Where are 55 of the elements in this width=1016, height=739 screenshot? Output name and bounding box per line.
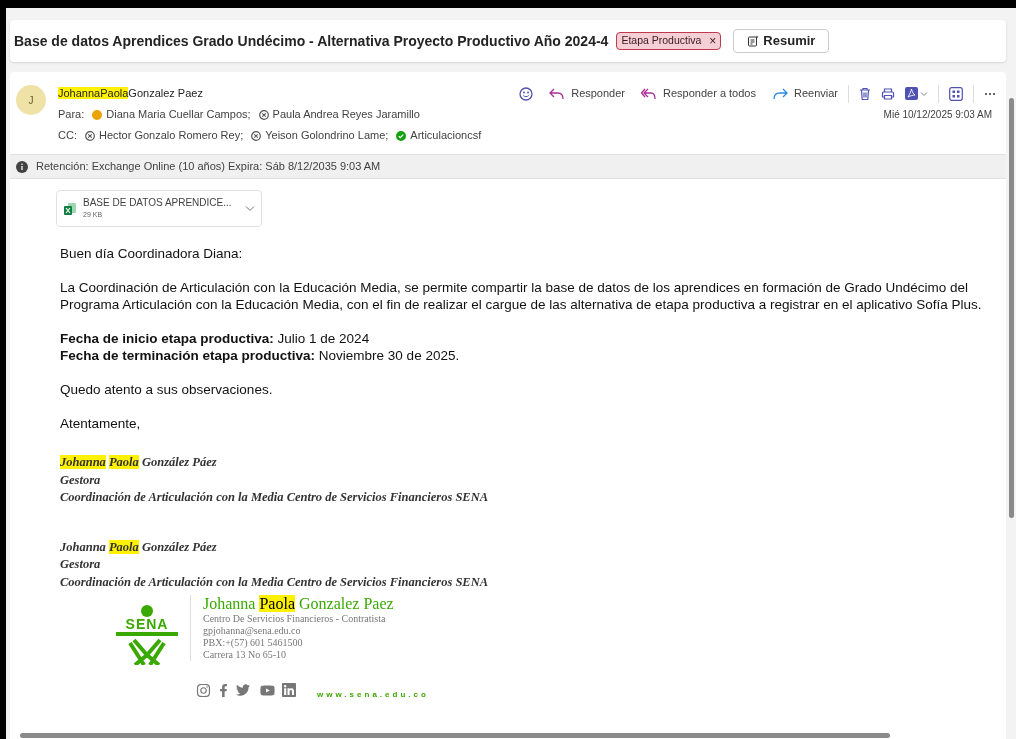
body-paragraph: La Coordinación de Articulación con la Educación Media, se permite compartir la base de datos de los aprendices en formación de Grado Undécimo del Programa Articulación con la Educación Media, con el fin de realizar el cargue de las alternativa de etapa productiva a registrar en el aplicativo Sofía Plus. — [60, 279, 983, 313]
recipient-name[interactable]: Paula Andrea Reyes Jaramillo — [272, 104, 420, 125]
print-icon[interactable] — [881, 87, 895, 100]
signature-organization: Coordinación de Articulación con la Media Centro de Servicios Financieros SENA — [60, 573, 490, 591]
excel-file-icon — [63, 201, 77, 216]
tag-label: Etapa Productiva — [621, 33, 702, 49]
to-label: Para: — [58, 107, 85, 122]
summary-icon — [747, 35, 760, 47]
instagram-icon[interactable] — [196, 682, 211, 698]
card-detail: PBX:+(57) 601 5461500 — [203, 637, 304, 649]
pdf-icon[interactable] — [905, 87, 918, 100]
message-action-button[interactable]: Reenviar — [771, 83, 838, 104]
recipient-name[interactable]: Articulacioncsf — [410, 125, 482, 146]
more-icon[interactable] — [984, 91, 996, 96]
logo-figure-icon — [116, 605, 178, 665]
message-action-button[interactable]: Responder — [549, 83, 625, 104]
info-icon — [16, 160, 28, 173]
message-action-button[interactable]: Responder a todos — [641, 83, 756, 104]
recipient-name[interactable]: Yeison Golondrino Lame; — [265, 125, 389, 146]
reply-icon — [549, 87, 566, 100]
signature-role: Gestora — [60, 556, 102, 573]
tag-remove-button[interactable]: × — [709, 32, 717, 50]
recipient-name[interactable]: Diana Maria Cuellar Campos; — [106, 104, 251, 125]
facebook-icon[interactable] — [217, 683, 230, 697]
message-date: Mié 10/12/2025 9:03 AM — [883, 108, 993, 122]
body-paragraph: Fecha de inicio etapa productiva: Julio 1 de 2024 Fecha de terminación etapa productiva: Noviembre 30 de 2025. — [60, 330, 461, 364]
horizontal-scrollbar[interactable] — [20, 733, 890, 738]
signature-name: Johanna Paola González Páez — [60, 538, 218, 556]
recipient-name[interactable]: Hector Gonzalo Romero Rey; — [98, 125, 244, 146]
avatar: J — [16, 85, 46, 115]
card-detail: Carrera 13 No 65-10 — [203, 649, 288, 661]
forward-icon — [771, 87, 788, 100]
linkedin-icon[interactable] — [281, 682, 297, 698]
summarize-button[interactable]: Resumir — [733, 29, 830, 53]
card-detail: Centro De Servicios Financieros - Contratista — [203, 613, 387, 625]
card-detail: gpjohanna@sena.edu.co — [203, 625, 302, 637]
signature-name: Johanna Paola González Páez — [60, 454, 218, 471]
apps-icon[interactable] — [949, 86, 963, 101]
signature-organization: Coordinación de Articulación con la Media Centro de Servicios Financieros SENA — [60, 489, 490, 506]
category-tag[interactable]: Etapa Productiva × — [616, 32, 722, 50]
email-subject: Base de datos Aprendices Grado Undécimo - Alternativa Proyecto Productivo Año 2024-4 — [14, 31, 609, 51]
body-paragraph: Atentamente, — [60, 415, 142, 432]
card-name: Johanna Paola Gonzalez Paez — [203, 595, 394, 613]
body-paragraph: Quedo atento a sus observaciones. — [60, 381, 274, 398]
retention-text: Retención: Exchange Online (10 años) Expira: Sáb 8/12/2035 9:03 AM — [36, 159, 381, 175]
logo-text: SENA — [125, 617, 169, 631]
reply-all-icon — [641, 87, 657, 100]
smiley-icon[interactable] — [519, 86, 534, 101]
signature-role: Gestora — [60, 471, 102, 489]
cc-label: CC: — [58, 128, 77, 143]
vertical-scrollbar[interactable] — [1009, 98, 1014, 518]
attachment-name: BASE DE DATOS APRENDICE... — [83, 196, 232, 209]
trash-icon[interactable] — [859, 86, 871, 101]
body-paragraph: Buen día Coordinadora Diana: — [60, 245, 244, 262]
twitter-icon[interactable] — [236, 683, 250, 697]
